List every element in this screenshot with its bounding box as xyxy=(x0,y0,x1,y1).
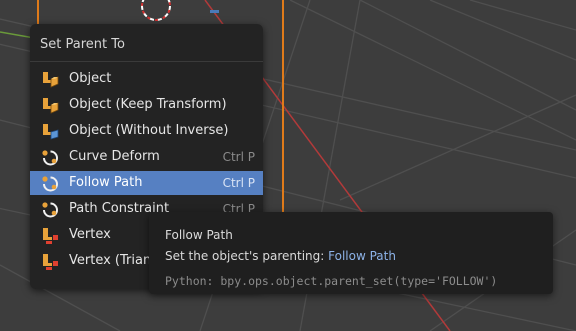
menu-title: Set Parent To xyxy=(40,37,125,52)
tooltip-description-value: Follow Path xyxy=(328,249,396,263)
menu-divider xyxy=(30,61,263,62)
menu-item-object[interactable]: Object xyxy=(30,67,263,91)
menu-item-shortcut: Ctrl P xyxy=(222,176,255,190)
curve-modifier-icon xyxy=(42,150,58,166)
menu-item-label: Object (Keep Transform) xyxy=(69,97,227,112)
menu-item-label: Follow Path xyxy=(69,175,143,190)
vertex-parent-icon xyxy=(43,228,58,244)
menu-item-object-without-inverse[interactable]: Object (Without Inverse) xyxy=(30,119,263,143)
menu-item-follow-path[interactable]: Follow Path Ctrl P xyxy=(30,171,263,195)
menu-item-label: Curve Deform xyxy=(69,149,160,164)
menu-item-label: Vertex xyxy=(69,227,111,242)
operator-tooltip: Follow Path Set the object's parenting: … xyxy=(149,212,553,294)
curve-modifier-icon xyxy=(42,176,58,192)
menu-item-label: Object (Without Inverse) xyxy=(69,123,229,138)
tooltip-title: Follow Path xyxy=(165,228,233,242)
menu-item-label: Object xyxy=(69,71,112,86)
object-without-inverse-icon xyxy=(43,124,59,140)
gizmo-marker xyxy=(210,10,219,13)
tooltip-description: Set the object's parenting: Follow Path xyxy=(165,249,396,263)
vertex-parent-icon xyxy=(43,254,58,270)
object-parent-icon xyxy=(43,98,59,114)
tooltip-description-text: Set the object's parenting: xyxy=(165,249,329,263)
tooltip-python-command: Python: bpy.ops.object.parent_set(type='… xyxy=(165,274,498,288)
curve-modifier-icon xyxy=(42,202,58,218)
menu-item-object-keep-transform[interactable]: Object (Keep Transform) xyxy=(30,93,263,117)
menu-item-curve-deform[interactable]: Curve Deform Ctrl P xyxy=(30,145,263,169)
menu-item-shortcut: Ctrl P xyxy=(222,150,255,164)
object-parent-icon xyxy=(43,72,59,88)
